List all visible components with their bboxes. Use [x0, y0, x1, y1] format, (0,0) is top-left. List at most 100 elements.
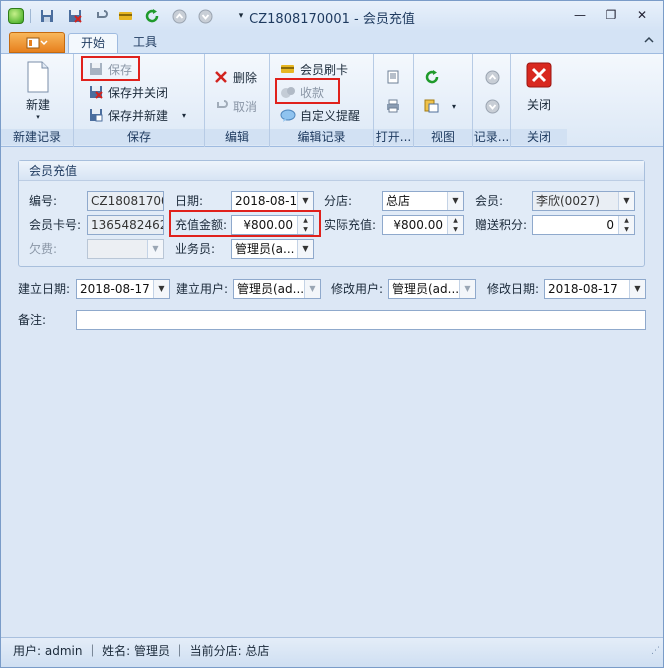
new-button-label: 新建 — [25, 98, 50, 112]
debt-field[interactable]: ▼ — [87, 239, 164, 259]
delete-button[interactable]: 删除 — [213, 67, 257, 87]
card-no-field[interactable]: 13654824627 — [87, 215, 164, 235]
chevron-down-icon[interactable]: ▼ — [304, 280, 320, 298]
number-label: 编号: — [29, 194, 58, 208]
close-icon[interactable]: ✕ — [631, 7, 653, 23]
member-field[interactable]: 李欣(0027) ▼ — [532, 191, 635, 211]
group-close: 关闭 关闭 — [511, 54, 567, 147]
group-label: 视图 — [414, 129, 472, 145]
status-text: 用户: admin ｜ 姓名: 管理员 ｜ 当前分店: 总店 — [13, 644, 270, 658]
previous-record-button[interactable] — [484, 67, 500, 87]
form-area: 会员充值 编号: CZ18081700 日期: 2018-08-17 ▼ 分店:… — [1, 147, 663, 637]
resize-grip-icon[interactable]: ⋰ — [651, 638, 660, 664]
group-label: 打开... — [374, 129, 413, 145]
branch-value: 总店 — [386, 194, 411, 208]
ribbon-tab-row: 开始 工具 — [1, 31, 663, 53]
group-label: 新建记录 — [1, 129, 73, 145]
chevron-down-icon[interactable]: ▼ — [629, 280, 645, 298]
highlight-recharge-amount — [169, 210, 321, 237]
print-button[interactable] — [385, 96, 401, 116]
chevron-down-icon[interactable]: ▼ — [297, 192, 313, 210]
salesperson-field[interactable]: 管理员(a... ▼ — [231, 239, 314, 259]
print-preview-button[interactable] — [385, 67, 401, 87]
remark-label: 备注: — [18, 313, 47, 327]
modified-date-field[interactable]: 2018-08-17 ▼ — [544, 279, 646, 299]
refresh-button[interactable] — [424, 67, 440, 87]
save-new-button[interactable]: 保存并新建 ▾ — [88, 105, 186, 125]
delete-icon — [213, 69, 229, 85]
next-record-button[interactable] — [484, 96, 500, 116]
group-label: 记录... — [473, 129, 510, 145]
restore-icon[interactable]: ❐ — [600, 7, 622, 23]
groupbox-title: 会员充值 — [19, 161, 644, 181]
close-button[interactable]: 关闭 — [517, 62, 561, 113]
minimize-icon[interactable]: — — [569, 7, 591, 23]
refresh-icon — [424, 69, 440, 85]
group-print: 打开... — [374, 54, 414, 147]
branch-field[interactable]: 总店 ▼ — [382, 191, 464, 211]
chevron-down-icon[interactable]: ▼ — [147, 240, 163, 258]
created-date-label: 建立日期: — [18, 282, 71, 296]
new-button[interactable]: 新建 ▾ — [15, 60, 61, 121]
chevron-down-icon: ▾ — [452, 101, 457, 111]
number-field[interactable]: CZ18081700 — [87, 191, 164, 211]
group-label: 编辑记录 — [270, 129, 373, 145]
bonus-points-label: 赠送积分: — [475, 218, 528, 232]
chevron-down-icon[interactable]: ▼ — [153, 280, 169, 298]
chevron-down-icon[interactable]: ▼ — [447, 192, 463, 210]
tab-home[interactable]: 开始 — [68, 33, 119, 53]
created-user-label: 建立用户: — [176, 282, 229, 296]
window-title: CZ1808170001 - 会员充值 — [249, 12, 415, 27]
group-label: 编辑 — [205, 129, 269, 145]
ribbon: 新建 ▾ 新建记录 保存 保存并关闭 保存并新建 ▾ 保存 删除 取消 编辑 会… — [1, 53, 663, 147]
created-date-value: 2018-08-17 — [80, 282, 150, 296]
ribbon-collapse-icon[interactable] — [643, 35, 655, 48]
spin-buttons-icon[interactable]: ▲ ▼ — [618, 216, 634, 234]
actual-recharge-field[interactable]: ¥800.00 ▲ ▼ — [382, 215, 464, 235]
date-label: 日期: — [175, 194, 204, 208]
date-field[interactable]: 2018-08-17 ▼ — [231, 191, 314, 211]
cancel-button-label: 取消 — [233, 99, 258, 114]
tab-tools[interactable]: 工具 — [121, 33, 169, 53]
group-view: ▾ 视图 — [414, 54, 473, 147]
undo-icon — [213, 98, 229, 114]
delete-button-label: 删除 — [233, 70, 258, 85]
member-value: 李欣(0027) — [536, 194, 600, 208]
cancel-button[interactable]: 取消 — [213, 96, 257, 116]
modified-user-field[interactable]: 管理员(ad... ▼ — [388, 279, 476, 299]
member-label: 会员: — [475, 194, 504, 208]
previous-record-icon — [484, 69, 500, 85]
view-options-icon — [424, 98, 440, 114]
app-menu-icon[interactable] — [9, 32, 65, 53]
title-bar: ▾ CZ1808170001 - 会员充值 — ❐ ✕ — [1, 1, 663, 31]
created-user-field[interactable]: 管理员(ad... ▼ — [233, 279, 321, 299]
group-edit: 删除 取消 编辑 — [205, 54, 270, 147]
chevron-down-icon[interactable]: ▼ — [297, 240, 313, 258]
spin-buttons-icon[interactable]: ▲ ▼ — [447, 216, 463, 234]
modified-date-label: 修改日期: — [487, 282, 540, 296]
member-card-button-label: 会员刷卡 — [300, 62, 349, 77]
bonus-points-field[interactable]: 0 ▲ ▼ — [532, 215, 635, 235]
print-preview-icon — [385, 69, 401, 85]
chevron-down-icon: ▾ — [182, 110, 187, 120]
save-close-button[interactable]: 保存并关闭 — [88, 82, 168, 102]
status-bar: 用户: admin ｜ 姓名: 管理员 ｜ 当前分店: 总店 ⋰ — [1, 637, 663, 667]
group-new-record: 新建 ▾ 新建记录 — [1, 54, 74, 147]
remark-field[interactable] — [76, 310, 646, 330]
save-close-button-label: 保存并关闭 — [108, 85, 169, 100]
member-card-button[interactable]: 会员刷卡 — [280, 59, 348, 79]
group-record-nav: 记录... — [473, 54, 511, 147]
close-icon — [526, 62, 552, 88]
salesperson-value: 管理员(a... — [235, 242, 295, 256]
view-options-button[interactable]: ▾ — [424, 96, 456, 116]
modified-date-value: 2018-08-17 — [548, 282, 618, 296]
member-card-icon — [280, 61, 296, 77]
close-button-label: 关闭 — [526, 98, 551, 112]
created-date-field[interactable]: 2018-08-17 ▼ — [76, 279, 170, 299]
chevron-down-icon[interactable]: ▼ — [618, 192, 634, 210]
save-new-button-label: 保存并新建 — [108, 108, 169, 123]
new-document-icon — [24, 60, 52, 94]
save-close-icon — [88, 84, 104, 100]
custom-reminder-button[interactable]: 自定义提醒 — [280, 105, 360, 125]
chevron-down-icon[interactable]: ▼ — [459, 280, 475, 298]
